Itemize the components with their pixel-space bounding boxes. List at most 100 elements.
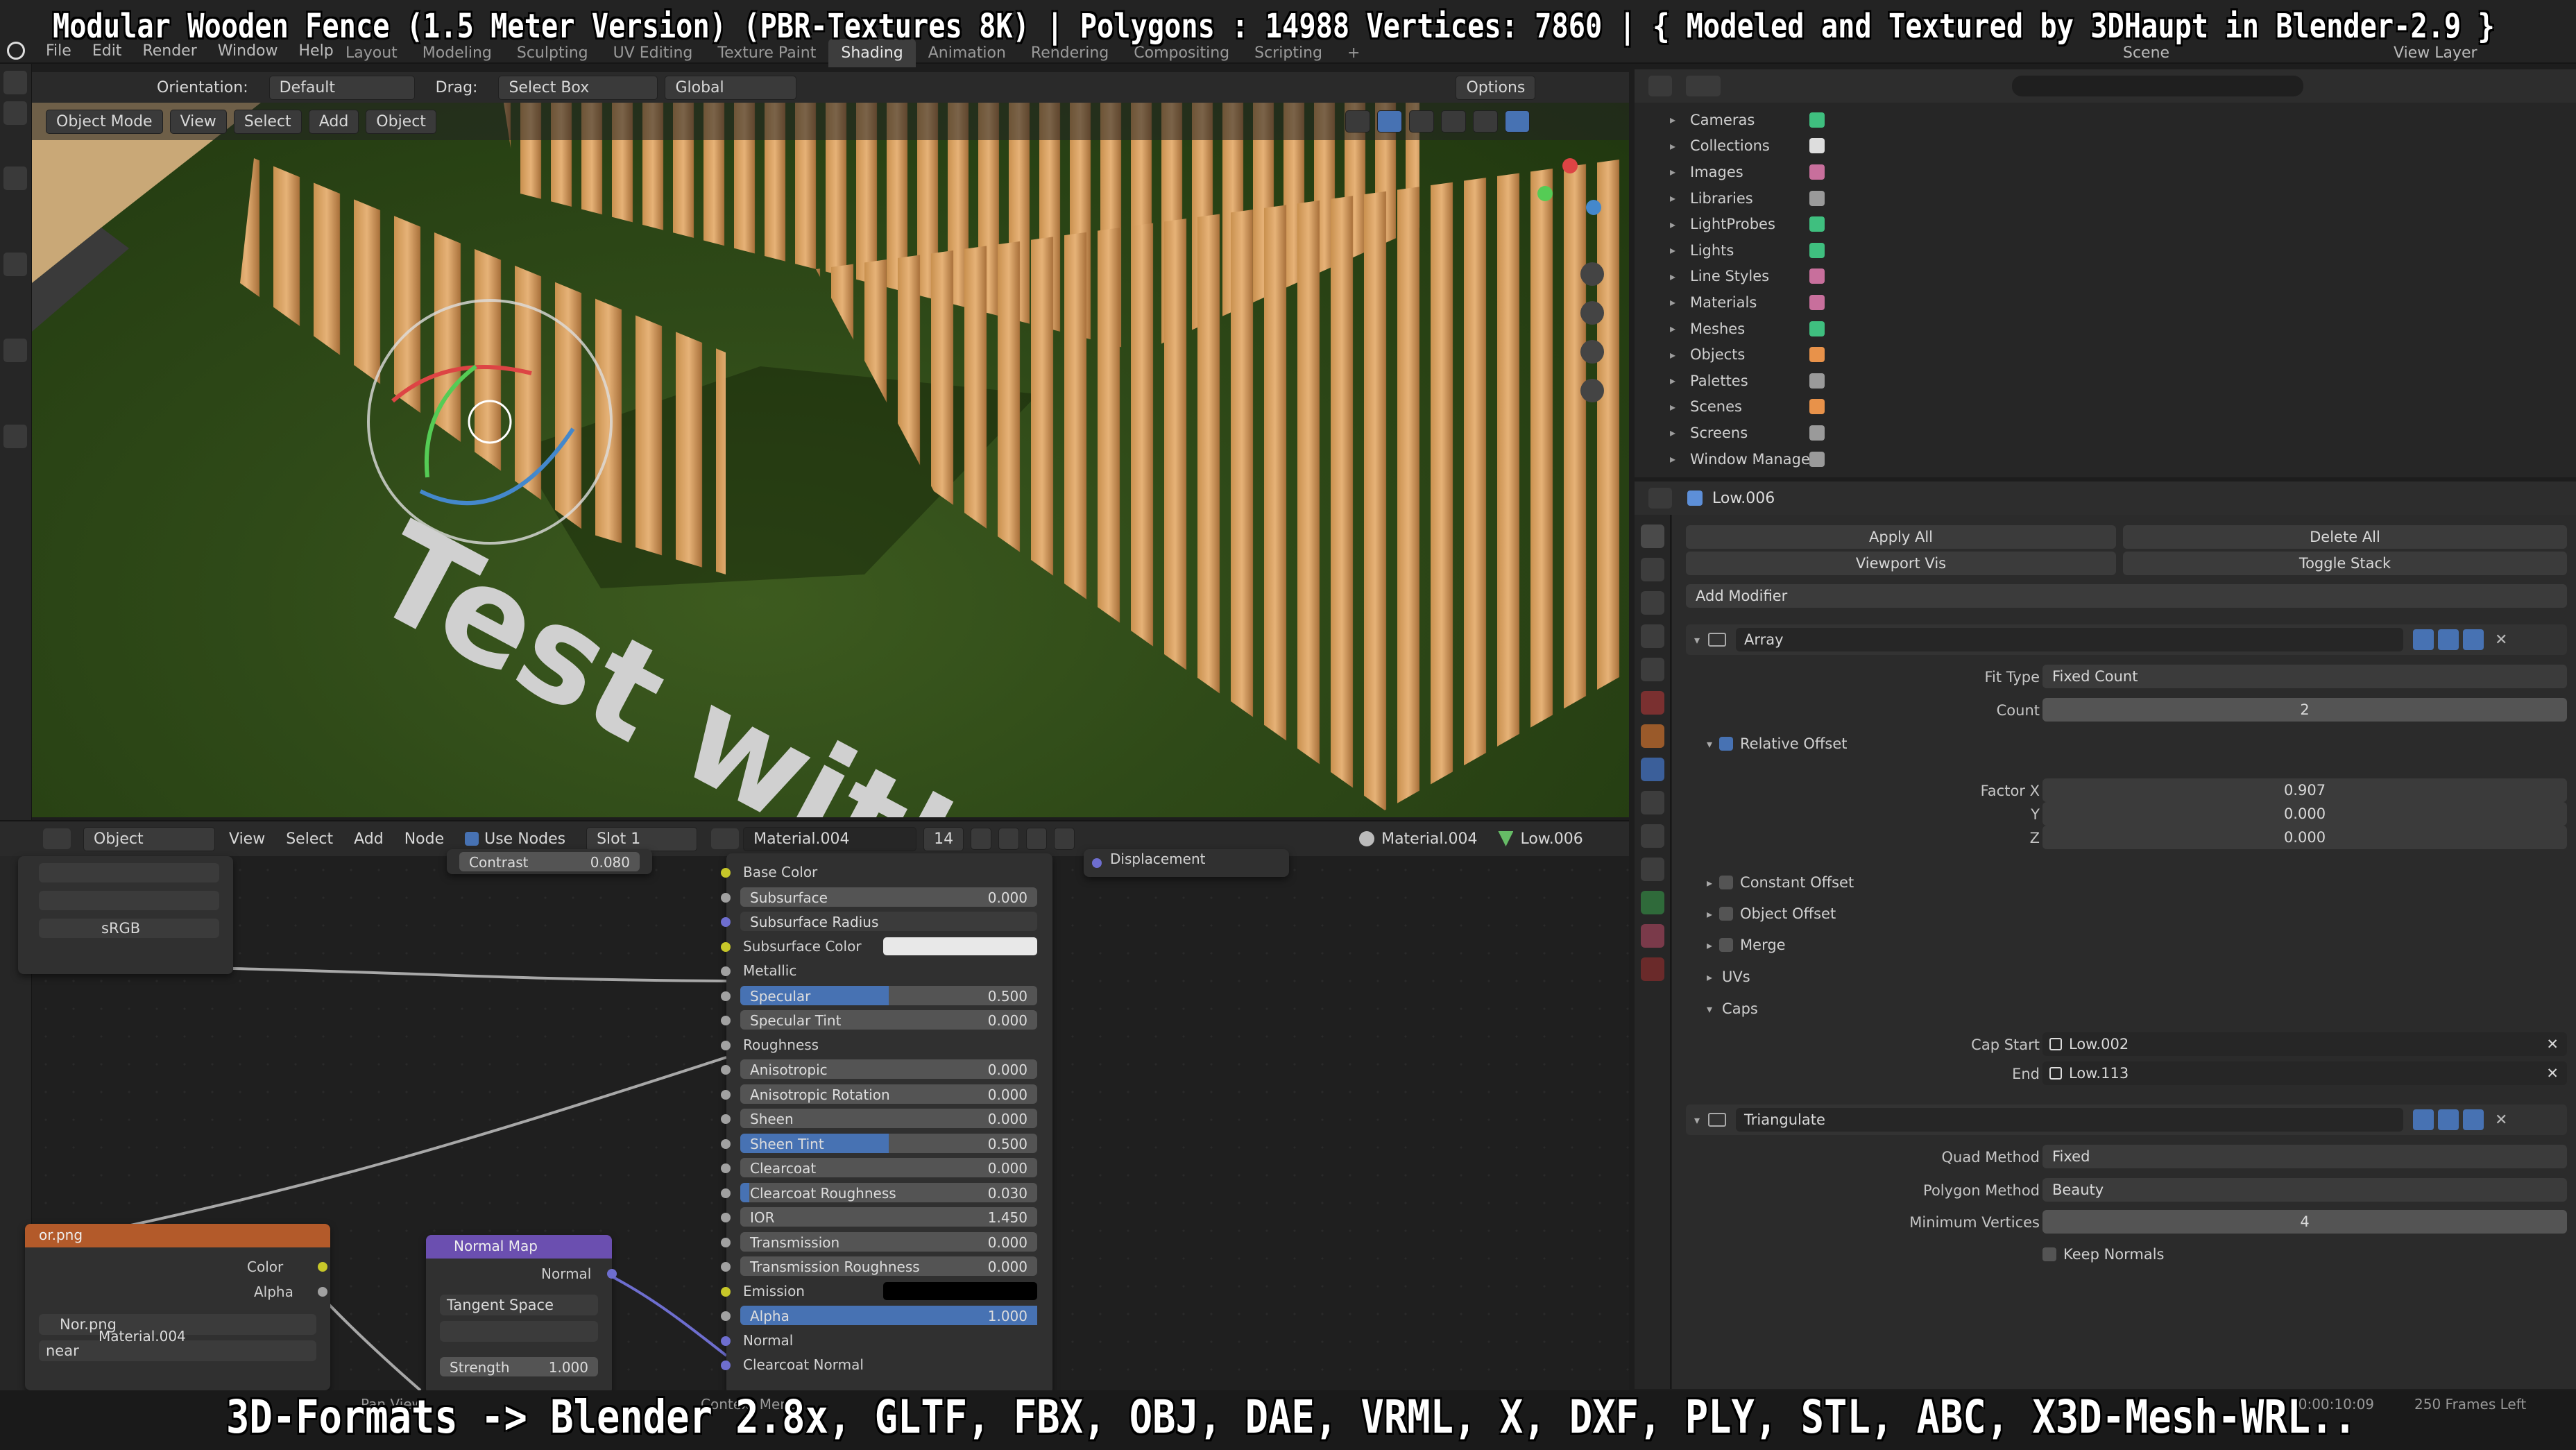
- scene-selector[interactable]: Scene: [2123, 44, 2169, 62]
- input-socket[interactable]: [721, 991, 731, 1001]
- outliner-editor-type-icon[interactable]: [1648, 76, 1672, 96]
- options-dropdown[interactable]: Options: [1456, 75, 1536, 100]
- input-socket[interactable]: [721, 1114, 731, 1124]
- orientation-dropdown[interactable]: Default: [268, 75, 415, 100]
- material-users-count[interactable]: 14: [923, 826, 964, 851]
- outliner-item[interactable]: ▸ Meshes: [1635, 316, 2576, 342]
- space-dropdown[interactable]: Tangent Space: [440, 1295, 598, 1315]
- material-output-node[interactable]: Displacement: [1084, 849, 1289, 877]
- relative-offset-checkbox[interactable]: [1719, 737, 1734, 751]
- triangulate-name-field[interactable]: Triangulate: [1736, 1108, 2404, 1132]
- input-socket[interactable]: [721, 1311, 731, 1321]
- triangulate-modifier-header[interactable]: ▾ Triangulate ✕: [1686, 1104, 2567, 1135]
- input-socket[interactable]: [721, 966, 731, 976]
- value-slider[interactable]: Subsurface 0.000: [740, 887, 1037, 907]
- outliner-item[interactable]: ▸ Lights: [1635, 237, 2576, 264]
- drag-dropdown[interactable]: Select Box: [498, 75, 658, 100]
- viewport-menu-object[interactable]: Object: [366, 109, 436, 134]
- input-socket[interactable]: [721, 1089, 731, 1100]
- color-swatch[interactable]: [883, 937, 1037, 955]
- outliner-item[interactable]: ▸ Collections: [1635, 133, 2576, 160]
- value-slider[interactable]: Specular Tint 0.000: [740, 1010, 1037, 1030]
- contrast-node[interactable]: Contrast 0.080: [447, 849, 652, 874]
- node-editor-canvas[interactable]: sRGB Contrast 0.080 Displacement Base Co…: [18, 849, 1629, 1394]
- constant-offset-panel[interactable]: ▸ Constant Offset: [1707, 874, 1854, 891]
- value-slider[interactable]: Transmission 0.000: [740, 1231, 1037, 1252]
- material-shading-icon[interactable]: [1472, 110, 1498, 133]
- chevron-right-icon[interactable]: ▸: [1662, 165, 1683, 178]
- node-editor-type-icon[interactable]: [43, 828, 71, 849]
- normal-image-texture-node[interactable]: or.png Color Alpha Nor.png near Material…: [25, 1224, 330, 1390]
- particles-tab-icon[interactable]: [1641, 791, 1664, 814]
- value-slider[interactable]: Anisotropic 0.000: [740, 1059, 1037, 1079]
- duplicate-material-icon[interactable]: [998, 828, 1020, 850]
- output-tab-icon[interactable]: [1641, 591, 1664, 615]
- uv-map-field[interactable]: [440, 1321, 598, 1342]
- chevron-right-icon[interactable]: ▸: [1707, 939, 1712, 952]
- editmode-toggle-icon[interactable]: [2413, 1109, 2434, 1130]
- input-socket[interactable]: [721, 1213, 731, 1222]
- clear-cap-end-icon[interactable]: ✕: [2546, 1065, 2559, 1082]
- factor-y-field[interactable]: 0.000: [2042, 802, 2567, 826]
- color-output-socket[interactable]: [318, 1262, 327, 1272]
- chevron-right-icon[interactable]: ▸: [1662, 113, 1683, 126]
- cap-end-field[interactable]: Low.113 ✕: [2042, 1061, 2567, 1085]
- select-tool-icon[interactable]: [3, 71, 27, 94]
- pin-icon[interactable]: [1054, 828, 1075, 850]
- view-layer-tab-icon[interactable]: [1641, 624, 1664, 648]
- value-slider[interactable]: Transmission Roughness 0.000: [740, 1256, 1037, 1276]
- chevron-right-icon[interactable]: ▸: [1707, 971, 1712, 984]
- input-socket[interactable]: [721, 917, 731, 927]
- outliner-item[interactable]: ▸ Screens: [1635, 420, 2576, 446]
- outliner-item[interactable]: ▸ Cameras: [1635, 107, 2576, 133]
- toggle-stack-button[interactable]: Toggle Stack: [2123, 552, 2567, 575]
- render-toggle-icon[interactable]: [2463, 1109, 2484, 1130]
- input-socket[interactable]: [721, 1065, 731, 1075]
- input-socket[interactable]: [721, 1262, 731, 1272]
- outliner-item[interactable]: ▸ Materials: [1635, 289, 2576, 316]
- chevron-right-icon[interactable]: ▸: [1662, 400, 1683, 413]
- value-slider[interactable]: Anisotropic Rotation 0.000: [740, 1084, 1037, 1104]
- view-layer-selector[interactable]: View Layer: [2394, 44, 2477, 62]
- keep-normals-checkbox[interactable]: [2042, 1247, 2056, 1261]
- chevron-right-icon[interactable]: ▸: [1662, 218, 1683, 231]
- input-socket[interactable]: [721, 892, 731, 903]
- chevron-right-icon[interactable]: ▸: [1662, 348, 1683, 361]
- add-modifier-button[interactable]: Add Modifier: [1686, 584, 2567, 608]
- node-menu-node[interactable]: Node: [404, 830, 444, 848]
- uvs-panel[interactable]: ▸ UVs: [1707, 969, 1750, 985]
- outliner-item[interactable]: ▸ Palettes: [1635, 368, 2576, 394]
- normal-output-socket[interactable]: [607, 1269, 617, 1279]
- texture-tab-icon[interactable]: [1641, 957, 1664, 981]
- zoom-icon[interactable]: [1580, 262, 1604, 286]
- chevron-right-icon[interactable]: ▸: [1662, 191, 1683, 205]
- value-slider[interactable]: IOR 1.450: [740, 1207, 1037, 1227]
- use-nodes-checkbox[interactable]: [465, 832, 479, 846]
- modifier-tab-icon[interactable]: [1641, 758, 1664, 781]
- chevron-down-icon[interactable]: ▾: [1694, 1114, 1700, 1127]
- constraints-tab-icon[interactable]: [1641, 858, 1664, 881]
- object-tab-icon[interactable]: [1641, 724, 1664, 748]
- render-toggle-icon[interactable]: [2463, 629, 2484, 650]
- outliner-item[interactable]: ▸ Line Styles: [1635, 264, 2576, 290]
- contrast-slider[interactable]: Contrast 0.080: [459, 852, 640, 871]
- fit-type-dropdown[interactable]: Fixed Count: [2042, 665, 2567, 688]
- chevron-down-icon[interactable]: ▾: [1707, 1003, 1712, 1016]
- quad-method-dropdown[interactable]: Fixed: [2042, 1145, 2567, 1168]
- material-browse-icon[interactable]: [711, 828, 740, 849]
- solid-shading-icon[interactable]: [1440, 110, 1466, 133]
- world-tab-icon[interactable]: [1641, 691, 1664, 715]
- displacement-socket-dot[interactable]: [1092, 858, 1102, 868]
- factor-z-field[interactable]: 0.000: [2042, 826, 2567, 849]
- scene-tab-icon[interactable]: [1641, 658, 1664, 681]
- material-tab-icon[interactable]: [1641, 924, 1664, 948]
- object-offset-checkbox[interactable]: [1719, 907, 1734, 921]
- scale-tool-icon[interactable]: [3, 339, 27, 362]
- input-socket[interactable]: [721, 1016, 731, 1025]
- chevron-right-icon[interactable]: ▸: [1662, 452, 1683, 466]
- value-slider[interactable]: Clearcoat 0.000: [740, 1158, 1037, 1177]
- node-menu-view[interactable]: View: [229, 830, 265, 848]
- caps-panel[interactable]: ▾ Caps: [1707, 1000, 1758, 1017]
- chevron-right-icon[interactable]: ▸: [1662, 426, 1683, 439]
- unlink-material-icon[interactable]: [1026, 828, 1048, 850]
